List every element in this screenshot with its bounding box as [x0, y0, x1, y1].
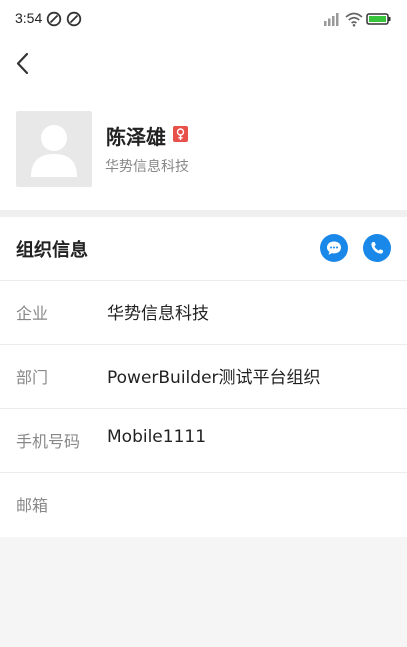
message-button[interactable] [320, 234, 348, 262]
info-label: 企业 [16, 304, 49, 323]
signal-icon [322, 11, 342, 27]
status-time: 3:54 [15, 10, 43, 26]
section-divider [0, 210, 407, 217]
back-button[interactable] [8, 48, 40, 80]
info-row-company: 企业 华势信息科技 [0, 280, 407, 344]
info-value: PowerBuilder测试平台组织 [107, 368, 321, 388]
chat-bubble-icon [327, 241, 341, 255]
info-row-email: 邮箱 [0, 472, 407, 536]
vpn-icon [66, 11, 82, 27]
info-label: 邮箱 [16, 496, 49, 515]
section-title: 组织信息 [16, 240, 88, 261]
empty-area [0, 537, 407, 647]
contact-company: 华势信息科技 [105, 159, 189, 175]
info-row-department: 部门 PowerBuilder测试平台组织 [0, 344, 407, 408]
info-value[interactable]: Mobile1111 [107, 427, 206, 447]
info-label: 手机号码 [16, 432, 81, 451]
info-row-mobile[interactable]: 手机号码 Mobile1111 [0, 408, 407, 472]
avatar [16, 111, 92, 187]
call-button[interactable] [363, 234, 391, 262]
user-silhouette-icon [31, 125, 77, 177]
info-value: 华势信息科技 [107, 304, 209, 324]
wifi-icon [345, 11, 363, 27]
contact-name: 陈泽雄 [106, 125, 166, 149]
female-gender-icon [173, 126, 188, 142]
nav-bar [0, 38, 407, 92]
chevron-left-icon [16, 52, 29, 75]
profile-card: 陈泽雄 华势信息科技 [0, 92, 407, 210]
battery-icon [366, 11, 392, 27]
status-bar: 3:54 [0, 0, 407, 38]
phone-icon [371, 242, 383, 254]
data-saver-icon [46, 11, 62, 27]
info-label: 部门 [16, 368, 49, 387]
org-info-section: 组织信息 企业 华势信息科技 部门 PowerBuilder测试平台组织 手机号… [0, 217, 407, 537]
org-info-header: 组织信息 [0, 217, 407, 280]
